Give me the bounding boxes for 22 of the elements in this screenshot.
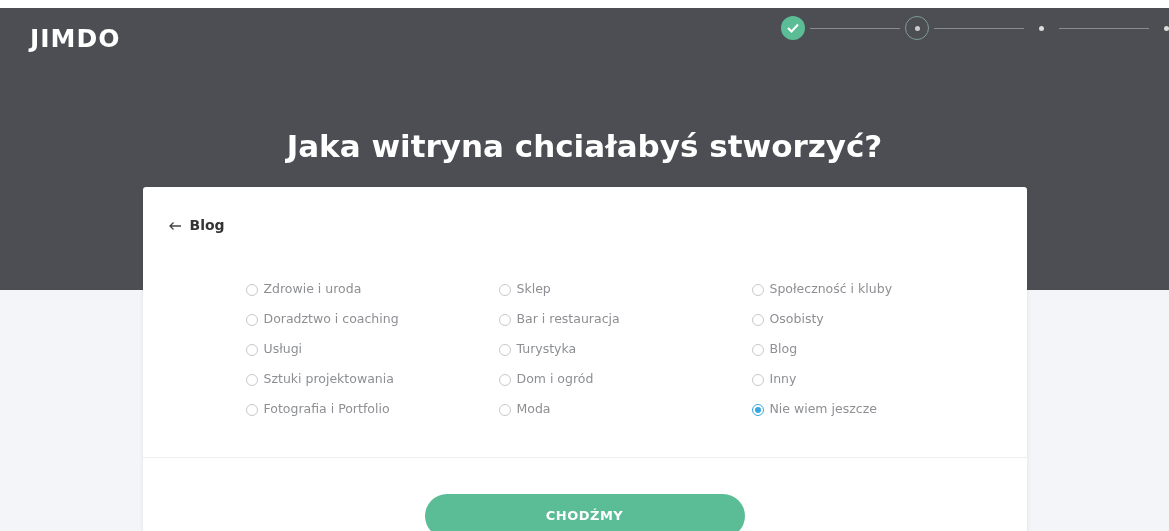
step-dot-icon <box>1164 25 1169 31</box>
radio-option[interactable]: Osobisty <box>751 304 1005 335</box>
radio-option[interactable]: Nie wiem jeszcze <box>751 394 1005 425</box>
radio-option[interactable]: Moda <box>498 394 752 425</box>
radio-option[interactable]: Sztuki projektowania <box>245 364 499 395</box>
step-dot-icon <box>1039 25 1044 31</box>
back-link[interactable]: Blog <box>167 215 225 237</box>
radio-option[interactable]: Bar i restauracja <box>498 304 752 335</box>
logo[interactable]: JIMDO <box>30 25 121 51</box>
radio-option[interactable]: Turystyka <box>498 334 752 365</box>
radio-option[interactable]: Dom i ogród <box>498 364 752 395</box>
radio-option[interactable]: Doradztwo i coaching <box>245 304 499 335</box>
radio-option[interactable]: Blog <box>751 334 1005 365</box>
radio-option[interactable]: Fotografia i Portfolio <box>245 394 499 425</box>
radio-option[interactable]: Inny <box>751 364 1005 395</box>
radio-option[interactable]: Społeczność i kluby <box>751 274 1005 305</box>
radio-option[interactable]: Usługi <box>245 334 499 365</box>
radio-option[interactable]: Zdrowie i uroda <box>245 274 499 305</box>
page-title: Jaka witryna chciałabyś stworzyć? <box>284 128 884 166</box>
submit-button[interactable]: CHODŹMY <box>424 493 745 531</box>
back-arrow-icon <box>167 220 182 231</box>
radio-option[interactable]: Sklep <box>498 274 752 305</box>
